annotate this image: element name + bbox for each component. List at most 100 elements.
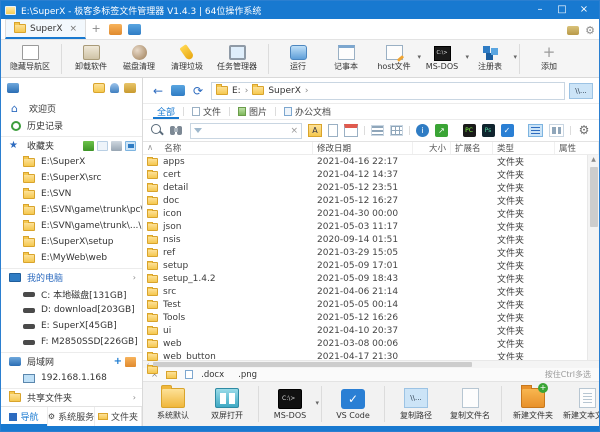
- file-row[interactable]: nsis2020-09-14 01:51文件夹: [143, 233, 587, 246]
- ribbon-button-msdos[interactable]: C:\>MS-DOS▾: [419, 41, 465, 77]
- folder-chip-icon[interactable]: [166, 371, 177, 379]
- ribbon-button-registry[interactable]: 注册表▾: [467, 41, 513, 77]
- file-row[interactable]: cert2021-04-12 14:37文件夹: [143, 168, 587, 181]
- file-row[interactable]: doc2021-05-12 16:27文件夹: [143, 194, 587, 207]
- pycharm-icon[interactable]: PC: [463, 124, 476, 137]
- sidebar-item[interactable]: 192.168.1.168: [1, 370, 142, 386]
- monitor-active-icon[interactable]: [125, 141, 136, 151]
- filter-tab-office[interactable]: 办公文档: [280, 104, 335, 119]
- ribbon-button-notepad[interactable]: 记事本: [323, 41, 369, 77]
- sidebar-item[interactable]: E:\MyWeb\web: [1, 250, 142, 266]
- media-icon[interactable]: [567, 26, 579, 35]
- sidebar-item[interactable]: C: 本地磁盘[131GB]: [1, 286, 142, 302]
- sidebar-item[interactable]: E:\SuperX\setup: [1, 234, 142, 250]
- export-icon[interactable]: ↗: [435, 124, 448, 137]
- photoshop-icon[interactable]: Ps: [482, 124, 495, 137]
- title-bar[interactable]: E:\SuperX - 极客多标签文件管理器 V1.4.3 | 64位操作系统 …: [1, 1, 599, 19]
- user-icon[interactable]: [110, 83, 119, 93]
- sidebar-section-favorites[interactable]: ★收藏夹: [1, 136, 142, 154]
- binoculars-icon[interactable]: [170, 124, 184, 137]
- sidebar-item[interactable]: E:\SVN: [1, 186, 142, 202]
- file-row[interactable]: Tools2021-05-12 16:26文件夹: [143, 311, 587, 324]
- detail-view-toggle-active[interactable]: [528, 124, 543, 137]
- file-row[interactable]: icon2021-04-30 00:00文件夹: [143, 207, 587, 220]
- sidebar-item[interactable]: E:\SuperX\src: [1, 170, 142, 186]
- settings-gear-icon[interactable]: ⚙: [585, 25, 595, 36]
- paste-chip-icon[interactable]: [185, 370, 193, 379]
- minimize-button[interactable]: –: [529, 1, 551, 19]
- search-icon[interactable]: [151, 124, 164, 137]
- ribbon-button-add[interactable]: +添加: [526, 41, 572, 77]
- breadcrumb-segment[interactable]: SuperX›: [252, 86, 308, 96]
- computer-icon[interactable]: [7, 83, 19, 93]
- ribbon-button-uninstall[interactable]: 卸载软件: [68, 41, 114, 77]
- ribbon-button-disk-clean[interactable]: 磁盘清理: [116, 41, 162, 77]
- more-icon[interactable]: [124, 83, 136, 93]
- sidebar-tab-services[interactable]: ⚙系统服务: [48, 407, 95, 426]
- quick-button-vscode-big[interactable]: ✓VS Code: [327, 383, 379, 425]
- ribbon-button-clean-junk[interactable]: 清理垃圾: [164, 41, 210, 77]
- extension-chip[interactable]: .png: [238, 370, 257, 380]
- chevron-right-icon[interactable]: ›: [305, 86, 309, 96]
- sidebar-item[interactable]: D: download[203GB]: [1, 302, 142, 318]
- scroll-up-icon[interactable]: ▲: [591, 155, 596, 165]
- grid-view-icon[interactable]: [390, 125, 403, 136]
- folder-green-icon[interactable]: [83, 141, 94, 151]
- list-view-icon[interactable]: [371, 125, 384, 136]
- file-row[interactable]: Test2021-05-05 00:14文件夹: [143, 298, 587, 311]
- sidebar-section-lan[interactable]: 局域网+: [1, 352, 142, 370]
- sidebar-item[interactable]: F: M2850SSD[226GB]: [1, 334, 142, 350]
- tile-view-toggle[interactable]: [549, 124, 564, 137]
- file-row[interactable]: apps2021-04-16 22:17文件夹: [143, 155, 587, 168]
- info-icon[interactable]: i: [416, 124, 429, 137]
- copy-icon[interactable]: [97, 141, 108, 151]
- sidebar-section-shared-folders[interactable]: 共享文件夹›: [1, 388, 142, 406]
- new-tab-button[interactable]: +: [86, 19, 106, 39]
- settings-gear-icon[interactable]: ⚙: [577, 124, 591, 137]
- chevron-icon[interactable]: ›: [133, 273, 136, 283]
- dropdown-arrow-icon[interactable]: ▾: [315, 399, 319, 407]
- column-header-name[interactable]: ∧ 名称: [143, 142, 313, 154]
- extension-chip[interactable]: .docx: [201, 370, 224, 380]
- column-header-ext[interactable]: 扩展名: [451, 142, 493, 154]
- sidebar-tab-nav[interactable]: 导航: [1, 407, 48, 426]
- vertical-scrollbar[interactable]: ▲: [587, 155, 599, 360]
- scrollbar-thumb[interactable]: [153, 362, 472, 367]
- folder-snapshot-icon[interactable]: [128, 24, 141, 35]
- ribbon-button-task-manager[interactable]: 任务管理器: [212, 41, 262, 77]
- sidebar-item[interactable]: E:\SuperX: [1, 154, 142, 170]
- calendar-search-icon[interactable]: [344, 124, 358, 137]
- chevron-icon[interactable]: ›: [133, 393, 136, 403]
- file-row[interactable]: setup_1.4.22021-05-09 18:43文件夹: [143, 272, 587, 285]
- sidebar-tab-folders[interactable]: 文件夹: [95, 407, 142, 426]
- quick-button-dual-screen[interactable]: 双屏打开: [201, 383, 253, 425]
- filter-tab-doc[interactable]: 文件: [188, 104, 225, 119]
- column-header-date[interactable]: 修改日期: [313, 142, 413, 154]
- tab-close-icon[interactable]: ×: [70, 24, 78, 34]
- folder-rename-icon[interactable]: A: [308, 124, 322, 137]
- file-row[interactable]: web2021-03-08 00:06文件夹: [143, 337, 587, 350]
- pc-small-icon[interactable]: [111, 141, 122, 151]
- file-link-icon[interactable]: [328, 124, 338, 137]
- quick-button-copy-filename[interactable]: 复制文件名: [444, 383, 496, 425]
- column-header-size[interactable]: 大小: [413, 142, 451, 154]
- sidebar-item[interactable]: E:\SVN\game\trunk\...\application: [1, 218, 142, 234]
- file-row[interactable]: src2021-04-06 21:14文件夹: [143, 285, 587, 298]
- horizontal-scrollbar[interactable]: ‹: [143, 360, 599, 368]
- sidebar-item[interactable]: E:\SVN\game\trunk\pc\SuperX: [1, 202, 142, 218]
- file-row[interactable]: setup2021-05-09 17:01文件夹: [143, 259, 587, 272]
- clear-filter-icon[interactable]: ×: [290, 126, 298, 136]
- filter-input[interactable]: [205, 126, 287, 135]
- ribbon-button-run[interactable]: 运行: [275, 41, 321, 77]
- file-row[interactable]: ui2021-04-10 20:37文件夹: [143, 324, 587, 337]
- ribbon-button-host-file[interactable]: host文件▾: [371, 41, 417, 77]
- refresh-button[interactable]: ⟳: [189, 84, 207, 98]
- quick-button-new-folder[interactable]: 新建文件夹: [507, 383, 559, 425]
- plus-icon[interactable]: +: [114, 357, 122, 367]
- copy-path-mini-button[interactable]: \\...: [569, 83, 593, 99]
- file-row[interactable]: ref2021-03-29 15:05文件夹: [143, 246, 587, 259]
- file-row[interactable]: json2021-05-03 11:17文件夹: [143, 220, 587, 233]
- filter-tab-all[interactable]: 全部: [153, 104, 179, 119]
- tab-superx[interactable]: SuperX ×: [5, 19, 86, 39]
- folder-up-icon[interactable]: [171, 85, 185, 96]
